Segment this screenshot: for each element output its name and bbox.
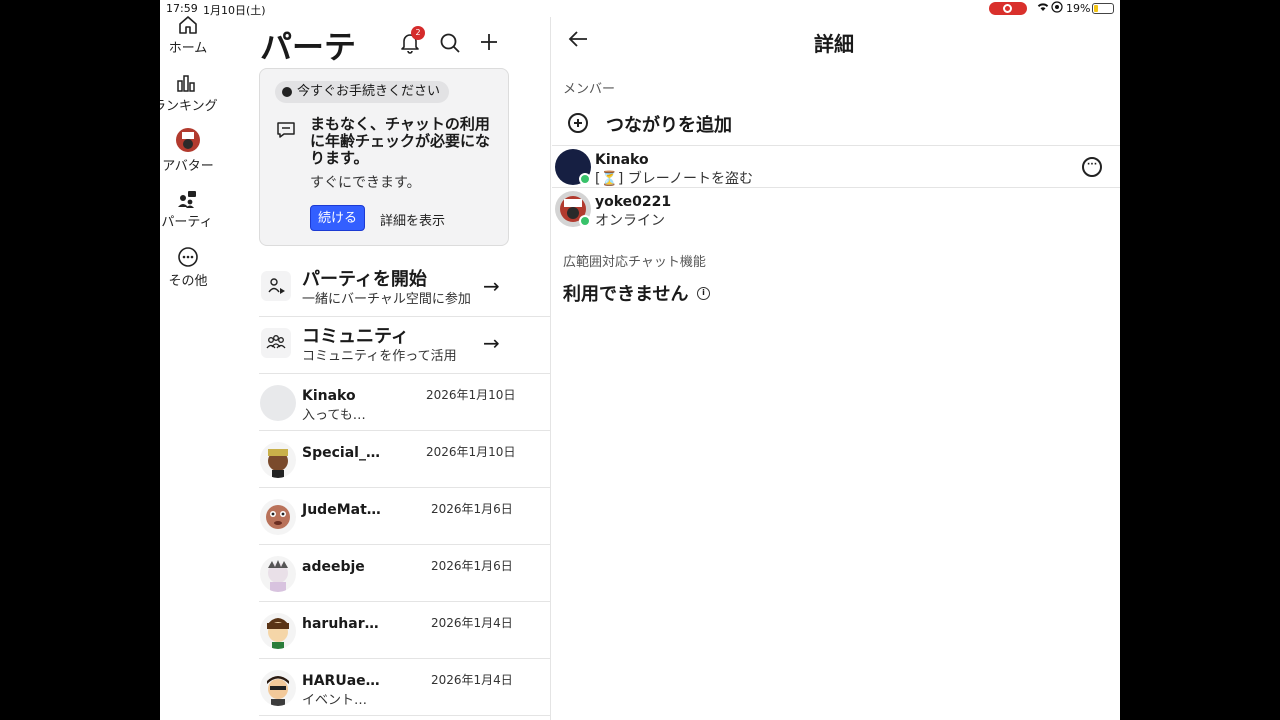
- nav-ranking[interactable]: ランキング: [160, 73, 218, 114]
- conversation-name: HARUae…: [302, 673, 380, 689]
- conversation-item[interactable]: adeebje 2026年1月6日: [259, 545, 551, 602]
- conversation-item[interactable]: Special_… 2026年1月10日: [259, 431, 551, 488]
- show-details-link[interactable]: 詳細を表示: [380, 210, 445, 229]
- online-indicator: [579, 215, 591, 227]
- nav-party-label: パーティ: [161, 215, 213, 230]
- community-icon: [261, 328, 291, 358]
- avatar: [260, 499, 296, 535]
- nav-party[interactable]: パーティ: [160, 189, 217, 230]
- conversation-date: 2026年1月4日: [431, 616, 513, 630]
- arrow-right-icon: →: [483, 274, 500, 298]
- avatar-icon: [176, 128, 200, 152]
- community-subtitle: コミュニティを作って活用: [302, 349, 457, 364]
- members-section-label: メンバー: [563, 82, 616, 97]
- detail-title: 詳細: [814, 32, 854, 56]
- nav-avatar-label: アバター: [162, 159, 214, 174]
- avatar: [260, 613, 296, 649]
- conversation-preview: イベント…: [302, 693, 368, 708]
- party-icon: [178, 191, 196, 208]
- search-icon: [440, 33, 460, 53]
- add-circle-icon: [568, 113, 588, 133]
- online-indicator: [579, 173, 591, 185]
- arrow-left-icon: [568, 31, 587, 47]
- detail-panel: 詳細 メンバー つながりを追加 Kinako [⏳] ブレーノートを盗む ···…: [552, 17, 1120, 720]
- conversation-name: haruhar…: [302, 616, 379, 632]
- conversation-name: JudeMat…: [302, 502, 381, 518]
- screen-recording-icon: [989, 2, 1027, 15]
- community-row[interactable]: コミュニティ コミュニティを作って活用 →: [259, 317, 551, 374]
- nav-more[interactable]: その他: [160, 246, 218, 289]
- chat-section-label: 広範囲対応チャット機能: [563, 255, 706, 270]
- pill-label: 今すぐお手続きください: [297, 84, 441, 99]
- chart-icon: [177, 75, 195, 92]
- nav-avatar[interactable]: アバター: [160, 127, 218, 174]
- more-icon: [178, 247, 198, 267]
- nav-home[interactable]: ホーム: [160, 15, 218, 56]
- member-status: [⏳] ブレーノートを盗む: [595, 171, 753, 187]
- party-panel: パーテ 2 今すぐお手続きください まもなく、チャットの利用に年齢チェックが必要…: [250, 17, 551, 720]
- start-party-subtitle: 一緒にバーチャル空間に参加: [302, 292, 471, 307]
- conversation-name: adeebje: [302, 559, 365, 575]
- search-button[interactable]: [439, 32, 461, 58]
- more-options-icon[interactable]: ···: [1082, 157, 1102, 177]
- avatar: [260, 442, 296, 478]
- wifi-icon: [1036, 1, 1050, 15]
- member-name: yoke0221: [595, 194, 672, 210]
- action-required-pill: 今すぐお手続きください: [275, 81, 450, 103]
- status-bar: 17:59 1月10日(土) 19%: [160, 0, 1120, 17]
- notification-badge: 2: [411, 26, 425, 40]
- conversation-name: Special_…: [302, 445, 380, 461]
- conversation-date: 2026年1月6日: [431, 502, 513, 516]
- home-icon: [179, 16, 197, 34]
- status-time: 17:59: [166, 2, 198, 15]
- info-icon[interactable]: i: [697, 287, 710, 300]
- start-party-icon: [261, 271, 291, 301]
- member-name: Kinako: [595, 152, 649, 168]
- plus-icon: [481, 34, 497, 50]
- conversation-date: 2026年1月6日: [431, 559, 513, 573]
- focus-moon-icon: [1051, 1, 1063, 16]
- notification-button[interactable]: 2: [400, 26, 425, 58]
- conversation-item[interactable]: JudeMat… 2026年1月6日: [259, 488, 551, 545]
- back-button[interactable]: [567, 29, 589, 55]
- battery-icon: [1092, 3, 1114, 14]
- nav-ranking-label: ランキング: [160, 99, 218, 114]
- clock-icon: [282, 87, 292, 97]
- add-button[interactable]: [479, 32, 499, 56]
- conversation-item[interactable]: haruhar… 2026年1月4日: [259, 602, 551, 659]
- member-status: オンライン: [595, 213, 665, 229]
- member-row[interactable]: Kinako [⏳] ブレーノートを盗む ···: [552, 145, 1120, 188]
- notice-message: まもなく、チャットの利用に年齢チェックが必要になります。: [310, 115, 491, 167]
- battery-percent: 19%: [1066, 2, 1091, 15]
- conversation-preview: 入っても…: [302, 408, 366, 423]
- member-row[interactable]: yoke0221 オンライン: [552, 188, 1120, 231]
- screen: 17:59 1月10日(土) 19% ホーム ランキング アバター パーティ そ…: [160, 0, 1120, 720]
- chat-unavailable-text: 利用できません: [563, 284, 689, 305]
- nav-more-label: その他: [168, 274, 208, 289]
- add-connection-label: つながりを追加: [606, 115, 732, 136]
- conversation-item[interactable]: Kinako 入っても… 2026年1月10日: [259, 374, 551, 431]
- avatar: [260, 385, 296, 421]
- age-check-notice: 今すぐお手続きください まもなく、チャットの利用に年齢チェックが必要になります。…: [259, 68, 509, 246]
- page-title: パーテ: [260, 28, 357, 66]
- conversation-date: 2026年1月4日: [431, 673, 513, 687]
- notice-subtext: すぐにできます。: [310, 175, 421, 191]
- conversation-name: Kinako: [302, 388, 356, 404]
- arrow-right-icon: →: [483, 331, 500, 355]
- nav-home-label: ホーム: [168, 41, 208, 56]
- conversation-date: 2026年1月10日: [426, 445, 516, 459]
- avatar: [260, 556, 296, 592]
- chat-warning-icon: [277, 122, 295, 138]
- conversation-date: 2026年1月10日: [426, 388, 516, 402]
- continue-button[interactable]: 続ける: [310, 205, 366, 231]
- avatar: [260, 670, 296, 706]
- conversation-item[interactable]: HARUae… イベント… 2026年1月4日: [259, 659, 551, 716]
- start-party-row[interactable]: パーティを開始 一緒にバーチャル空間に参加 →: [259, 260, 551, 317]
